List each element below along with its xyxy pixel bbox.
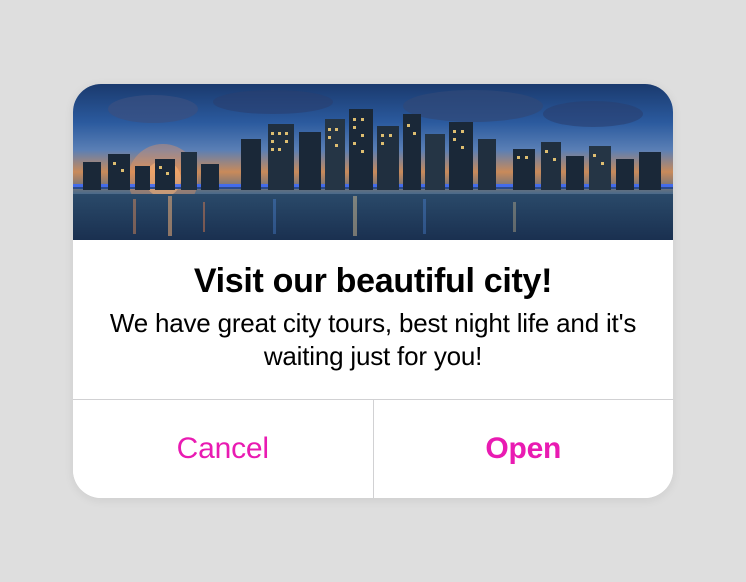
open-button[interactable]: Open xyxy=(374,400,674,498)
alert-title: Visit our beautiful city! xyxy=(101,262,645,301)
alert-description: We have great city tours, best night lif… xyxy=(101,307,645,374)
alert-text-content: Visit our beautiful city! We have great … xyxy=(73,240,673,400)
city-skyline-image xyxy=(73,84,673,240)
cancel-button[interactable]: Cancel xyxy=(73,400,374,498)
alert-dialog: Visit our beautiful city! We have great … xyxy=(73,84,673,499)
alert-button-row: Cancel Open xyxy=(73,399,673,498)
